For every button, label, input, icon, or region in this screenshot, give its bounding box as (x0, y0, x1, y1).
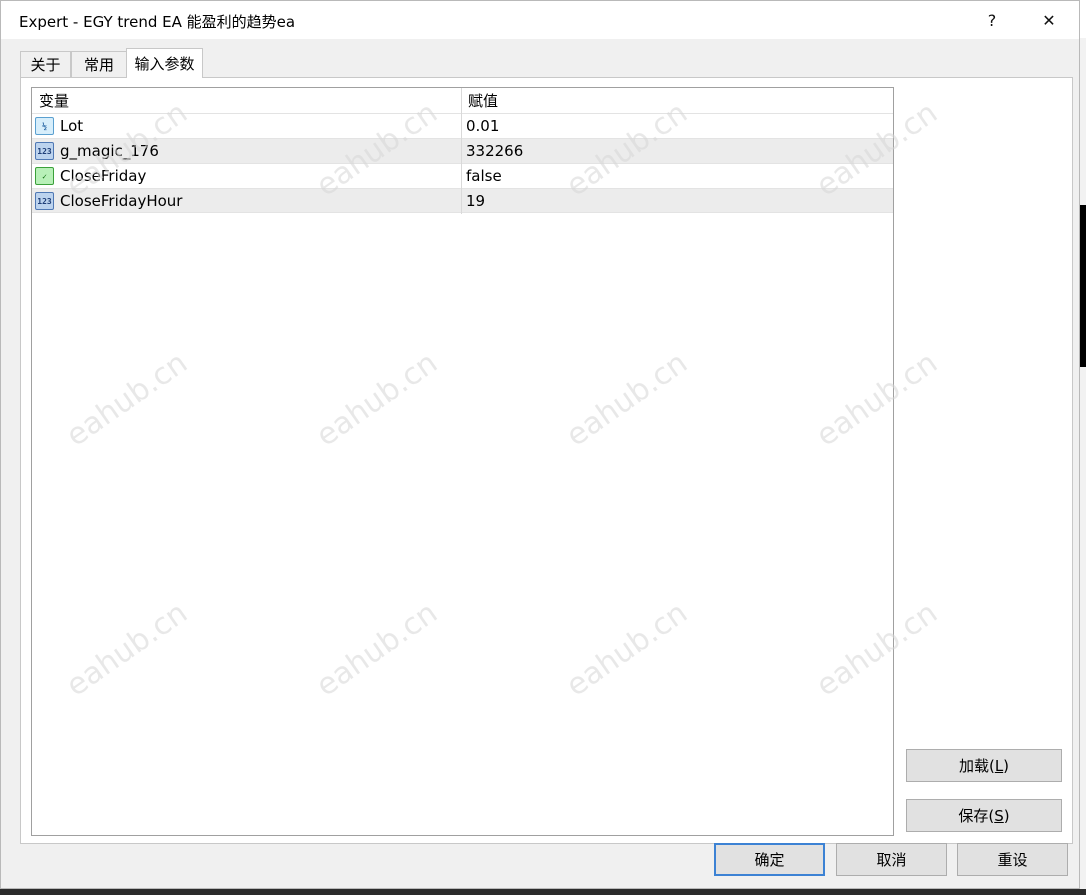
table-row[interactable]: ½ Lot 0.01 (32, 113, 893, 138)
save-accesskey: S (994, 806, 1004, 825)
variable-name: CloseFriday (60, 167, 147, 185)
close-button[interactable]: ✕ (1026, 1, 1072, 39)
column-header-variable[interactable]: 变量 (32, 88, 69, 114)
boolean-icon: ✓ (35, 167, 54, 185)
variable-value[interactable]: 332266 (466, 139, 523, 163)
load-label: 加载( (958, 757, 995, 775)
ok-label: 确定 (754, 851, 785, 869)
reset-button[interactable]: 重设 (957, 843, 1068, 876)
integer-icon: 123 (35, 142, 54, 160)
tab-label: 关于 (30, 56, 61, 74)
integer-icon: 123 (35, 192, 54, 210)
save-button[interactable]: 保存(S) (906, 799, 1062, 832)
variable-value[interactable]: 19 (466, 189, 485, 213)
window-title: Expert - EGY trend EA 能盈利的趋势ea (19, 13, 296, 31)
tab-about[interactable]: 关于 (20, 51, 71, 77)
tab-common[interactable]: 常用 (71, 51, 127, 77)
save-label: 保存( (958, 807, 995, 825)
table-row[interactable]: 123 g_magic_176 332266 (32, 138, 893, 163)
column-header-value[interactable]: 赋值 (461, 88, 498, 114)
column-separator[interactable] (461, 88, 462, 214)
background-taskbar (0, 889, 1086, 895)
title-bar: Expert - EGY trend EA 能盈利的趋势ea ? ✕ (1, 1, 1079, 39)
load-label-end: ) (1003, 756, 1010, 775)
load-button[interactable]: 加载(L) (906, 749, 1062, 782)
parameters-grid: 变量 赋值 ½ Lot 0.01 123 g_magic_176 332266 … (31, 87, 894, 836)
table-row[interactable]: ✓ CloseFriday false (32, 163, 893, 188)
table-row[interactable]: 123 CloseFridayHour 19 (32, 188, 893, 213)
help-icon: ? (987, 10, 997, 30)
variable-value[interactable]: false (466, 164, 502, 188)
grid-header: 变量 赋值 (32, 88, 893, 114)
save-label-end: ) (1003, 806, 1010, 825)
help-button[interactable]: ? (969, 1, 1015, 39)
ok-button[interactable]: 确定 (714, 843, 825, 876)
tab-label: 输入参数 (134, 55, 195, 73)
tab-inputs[interactable]: 输入参数 (126, 48, 203, 78)
variable-name: CloseFridayHour (60, 192, 183, 210)
variable-value[interactable]: 0.01 (466, 114, 499, 138)
fraction-icon: ½ (35, 117, 54, 135)
reset-label: 重设 (997, 851, 1028, 869)
tab-label: 常用 (83, 56, 114, 74)
cancel-label: 取消 (876, 851, 907, 869)
cancel-button[interactable]: 取消 (836, 843, 947, 876)
close-icon: ✕ (1042, 10, 1056, 30)
expert-dialog: Expert - EGY trend EA 能盈利的趋势ea ? ✕ 关于 常用… (0, 0, 1080, 889)
variable-name: Lot (60, 117, 84, 135)
load-accesskey: L (994, 756, 1004, 775)
variable-name: g_magic_176 (60, 142, 159, 160)
